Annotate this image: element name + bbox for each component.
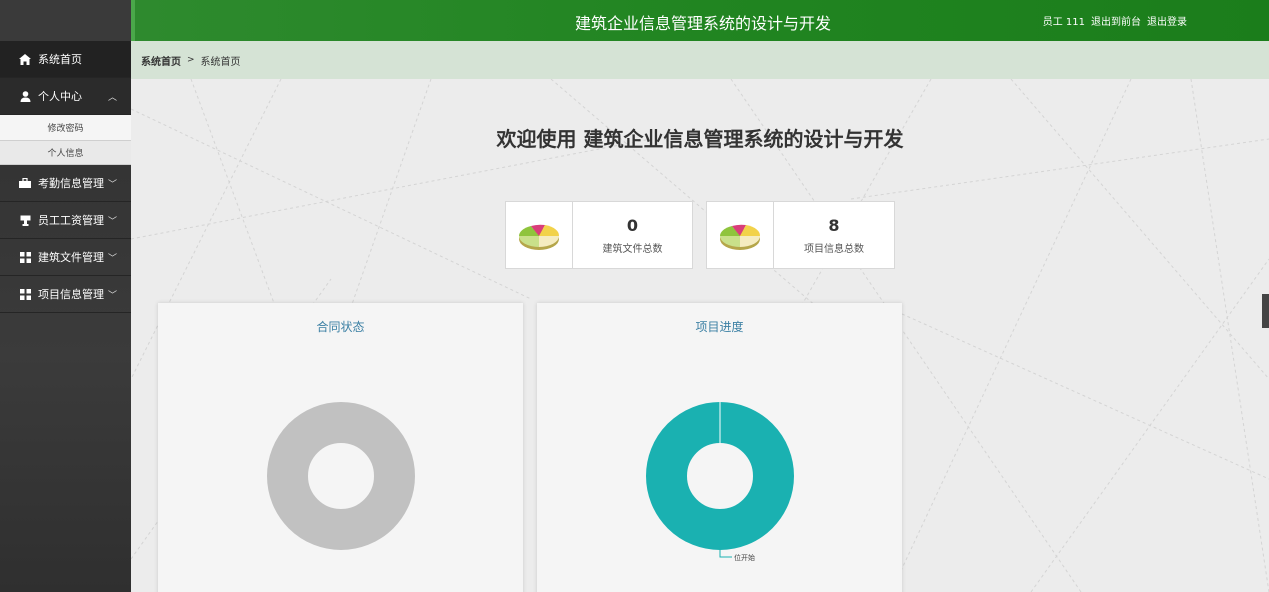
pie-chart-icon — [707, 202, 774, 268]
grid-icon — [18, 251, 32, 263]
sidebar-item-label: 个人中心 — [38, 90, 82, 103]
submenu-item-change-password[interactable]: 修改密码 — [0, 115, 131, 141]
scrollbar-handle[interactable] — [1262, 294, 1269, 328]
user-icon — [18, 90, 32, 102]
sidebar-item-project-info[interactable]: 项目信息管理 ﹀ — [0, 276, 131, 313]
sidebar-item-label: 系统首页 — [38, 53, 82, 66]
logout-link[interactable]: 退出登录 — [1147, 13, 1187, 28]
chevron-down-icon: ﹀ — [107, 291, 117, 301]
sidebar-item-label: 项目信息管理 — [38, 288, 104, 301]
sidebar-item-label: 考勤信息管理 — [38, 177, 104, 190]
empty-donut-ring — [267, 402, 415, 550]
sidebar-item-label: 员工工资管理 — [38, 214, 104, 227]
stat-value: 8 — [828, 215, 840, 235]
sidebar-item-salary[interactable]: 员工工资管理 ﹀ — [0, 202, 131, 239]
chart-card-project-progress: 项目进度 位开始 — [537, 303, 902, 592]
trophy-icon — [18, 214, 32, 226]
user-name: 员工 111 — [1042, 17, 1085, 28]
breadcrumb-separator: > — [187, 55, 195, 65]
sidebar-item-home[interactable]: 系统首页 — [0, 41, 131, 78]
stat-info: 0 建筑文件总数 — [573, 202, 692, 268]
chevron-down-icon: ﹀ — [107, 180, 117, 190]
breadcrumb: 系统首页 > 系统首页 — [131, 41, 1269, 79]
slice-label: 位开始 — [734, 553, 755, 562]
sidebar-top — [0, 0, 131, 41]
welcome-heading: 欢迎使用 建筑企业信息管理系统的设计与开发 — [496, 127, 904, 151]
chevron-up-icon: ︿ — [107, 93, 117, 103]
chevron-down-icon: ﹀ — [107, 217, 117, 227]
sidebar: 系统首页 个人中心 ︿ 修改密码 个人信息 考勤信息管理 ﹀ 员工工资管理 ﹀ … — [0, 0, 131, 592]
label-leader-line — [719, 550, 732, 558]
app-title: 建筑企业信息管理系统的设计与开发 — [575, 14, 832, 33]
project-progress-chart: 位开始 — [646, 402, 794, 562]
chart-card-contract-status: 合同状态 — [158, 303, 523, 592]
breadcrumb-root[interactable]: 系统首页 — [141, 53, 181, 68]
submenu-item-personal-info[interactable]: 个人信息 — [0, 141, 131, 165]
top-header: 建筑企业信息管理系统的设计与开发 员工 111 退出到前台 退出登录 — [131, 0, 1269, 41]
sidebar-item-building-files[interactable]: 建筑文件管理 ﹀ — [0, 239, 131, 276]
briefcase-icon — [18, 177, 32, 189]
sidebar-item-attendance[interactable]: 考勤信息管理 ﹀ — [0, 165, 131, 202]
chevron-down-icon: ﹀ — [107, 254, 117, 264]
sidebar-item-label: 建筑文件管理 — [38, 251, 104, 264]
stat-info: 8 项目信息总数 — [774, 202, 894, 268]
stat-card-building-files: 0 建筑文件总数 — [505, 201, 693, 269]
stat-value: 0 — [626, 215, 639, 235]
header-user-area: 员工 111 退出到前台 退出登录 — [1043, 13, 1187, 28]
stat-card-project-info: 8 项目信息总数 — [706, 201, 895, 269]
sidebar-item-personal-center[interactable]: 个人中心 ︿ — [0, 78, 131, 115]
breadcrumb-current: 系统首页 — [200, 56, 241, 68]
stat-label: 建筑文件总数 — [602, 243, 663, 255]
submenu-personal-center: 修改密码 个人信息 — [0, 115, 131, 165]
pie-chart-icon — [506, 202, 573, 268]
contract-status-chart — [267, 402, 415, 550]
stat-label: 项目信息总数 — [804, 243, 864, 255]
main-content: 欢迎使用 建筑企业信息管理系统的设计与开发 0 建筑文件总数 8 项目信息总数 … — [131, 79, 1269, 592]
grid-icon — [18, 288, 32, 300]
back-to-front-link[interactable]: 退出到前台 — [1091, 13, 1141, 28]
home-icon — [18, 53, 32, 65]
